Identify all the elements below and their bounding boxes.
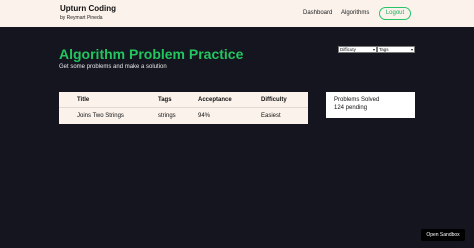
brand-subtitle: by Reymart Pineda <box>60 15 103 21</box>
table-cell-tags: strings <box>158 113 176 119</box>
row-divider <box>59 107 308 108</box>
pending-count: 124 pending <box>334 105 368 111</box>
column-header-acceptance: Acceptance <box>198 97 232 103</box>
table-cell-acceptance: 94% <box>198 113 211 119</box>
column-header-difficulty: Difficulty <box>261 97 287 103</box>
chevron-down-icon: ▾ <box>372 47 375 52</box>
problems-table: Title Tags Acceptance Difficulty Joins T… <box>59 92 308 124</box>
chevron-down-icon: ▾ <box>410 47 413 52</box>
page-title: Algorithm Problem Practice <box>59 46 244 62</box>
nav-dashboard-link[interactable]: Dashboard <box>303 10 332 16</box>
column-header-title: Title <box>77 97 90 103</box>
column-header-tags: Tags <box>158 97 172 103</box>
table-cell-title[interactable]: Joins Two Strings <box>77 113 124 119</box>
open-sandbox-button[interactable]: Open Sandbox <box>421 229 465 241</box>
top-navbar: Upturn Coding by Reymart Pineda Dashboar… <box>0 0 474 27</box>
tags-select-value: Tags <box>379 47 389 52</box>
nav-algorithms-link[interactable]: Algorithms <box>341 10 369 16</box>
page-subtitle: Get some problems and make a solution <box>59 64 167 70</box>
difficulty-select[interactable]: Difficuty ▾ <box>338 46 377 53</box>
logout-button[interactable]: Logout <box>379 7 411 20</box>
brand-title[interactable]: Upturn Coding <box>60 4 116 13</box>
table-cell-difficulty: Easiest <box>261 113 281 119</box>
problems-solved-card: Problems Solved 124 pending <box>326 92 415 118</box>
tags-select[interactable]: Tags ▾ <box>377 46 415 53</box>
problems-solved-label: Problems Solved <box>334 97 380 103</box>
difficulty-select-value: Difficuty <box>340 47 356 52</box>
